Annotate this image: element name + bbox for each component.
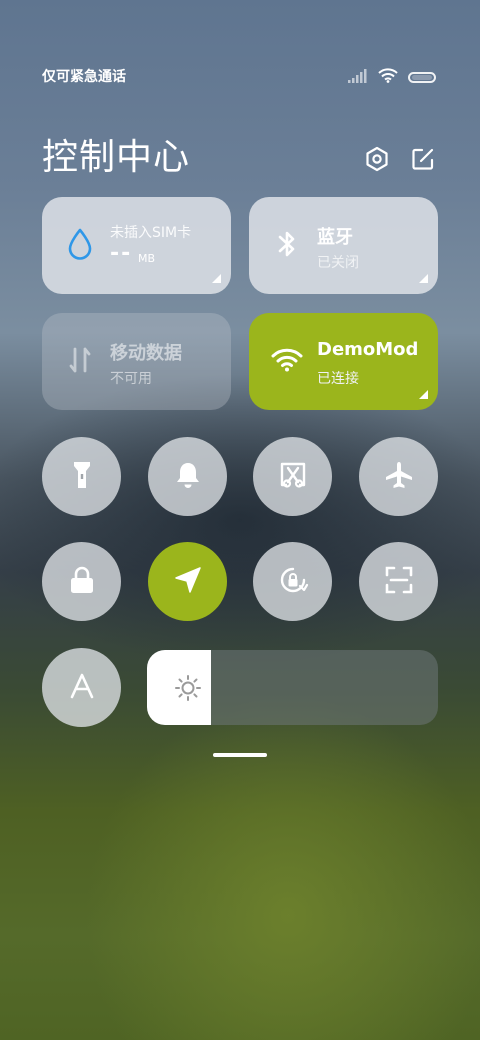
brightness-slider[interactable]	[147, 650, 438, 725]
wifi-network-label: DemoMode	[317, 339, 417, 360]
edit-icon[interactable]	[408, 144, 438, 174]
data-usage-unit: MB	[138, 252, 156, 265]
screenshot-scissors-icon	[279, 461, 307, 493]
lock-icon	[69, 566, 95, 598]
battery-icon	[408, 72, 436, 83]
settings-gear-icon[interactable]	[362, 144, 392, 174]
mobile-data-status: 不可用	[110, 371, 152, 387]
signal-icon	[348, 68, 368, 87]
bluetooth-label: 蓝牙	[317, 227, 353, 248]
auto-brightness-a-icon	[69, 673, 95, 703]
flashlight-icon	[71, 460, 93, 494]
rotation-lock-icon	[277, 564, 309, 600]
bluetooth-icon	[271, 228, 303, 260]
data-usage-tile[interactable]: 未插入SIM卡 -- MB	[42, 197, 231, 294]
location-button[interactable]	[148, 542, 227, 621]
water-drop-icon	[64, 228, 96, 260]
rotation-lock-button[interactable]	[253, 542, 332, 621]
mobile-data-arrows-icon	[64, 344, 96, 376]
mobile-data-tile[interactable]: 移动数据 不可用	[42, 313, 231, 410]
location-arrow-icon	[174, 566, 202, 598]
wifi-status-icon	[378, 68, 398, 87]
flashlight-button[interactable]	[42, 437, 121, 516]
expand-corner-icon	[419, 390, 428, 399]
wifi-icon	[271, 344, 303, 376]
airplane-icon	[384, 460, 414, 494]
bluetooth-status: 已关闭	[317, 255, 359, 271]
sim-status-label: 未插入SIM卡	[110, 225, 192, 241]
scan-icon	[385, 566, 413, 598]
lock-screen-button[interactable]	[42, 542, 121, 621]
data-usage-value: --	[110, 241, 133, 266]
home-indicator[interactable]	[213, 753, 267, 757]
status-carrier-text: 仅可紧急通话	[42, 69, 126, 85]
ringer-button[interactable]	[148, 437, 227, 516]
sun-icon	[174, 674, 202, 706]
screenshot-button[interactable]	[253, 437, 332, 516]
page-title: 控制中心	[42, 137, 191, 178]
status-icons	[348, 68, 436, 87]
expand-corner-icon	[419, 274, 428, 283]
mobile-data-label: 移动数据	[110, 343, 182, 364]
expand-corner-icon	[212, 274, 221, 283]
bluetooth-tile[interactable]: 蓝牙 已关闭	[249, 197, 438, 294]
wifi-status: 已连接	[317, 371, 359, 387]
bell-icon	[175, 461, 201, 493]
wifi-tile[interactable]: DemoMode 已连接	[249, 313, 438, 410]
airplane-mode-button[interactable]	[359, 437, 438, 516]
scanner-button[interactable]	[359, 542, 438, 621]
auto-brightness-button[interactable]	[42, 648, 121, 727]
